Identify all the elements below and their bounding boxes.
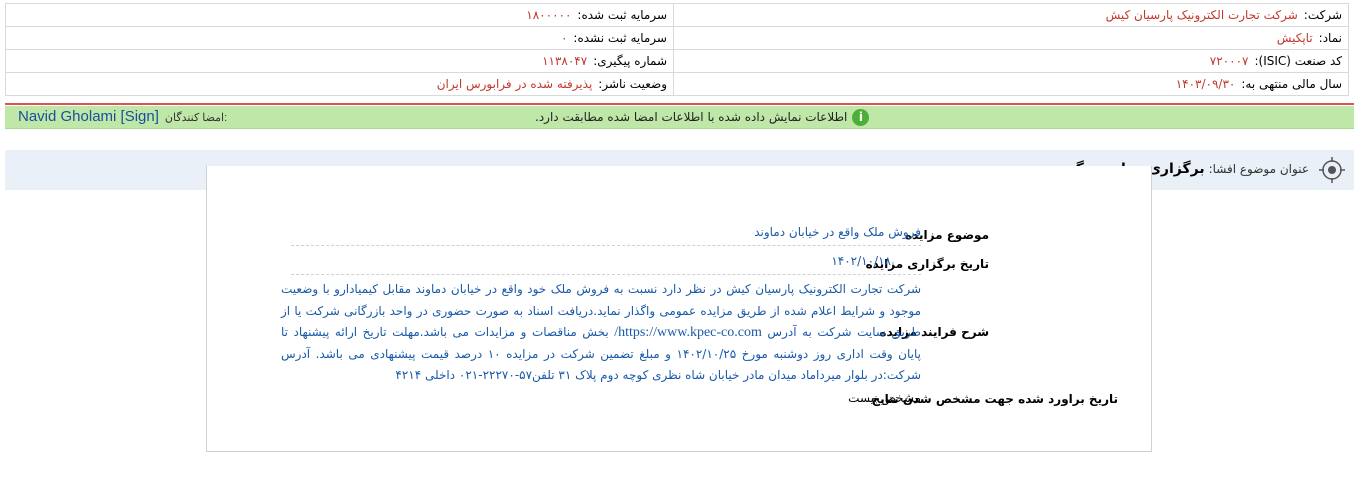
divider-line xyxy=(5,103,1354,105)
tracking-label: شماره پیگیری: xyxy=(593,54,667,68)
verification-text: اطلاعات نمایش داده شده با اطلاعات امضا ش… xyxy=(535,110,848,124)
topic-value: فروش ملک واقع در خیابان دماوند xyxy=(754,225,921,239)
verification-message: i اطلاعات نمایش داده شده با اطلاعات امضا … xyxy=(535,109,870,126)
isic-label: کد صنعت (ISIC): xyxy=(1254,54,1342,68)
publisher-status-cell: وضعیت ناشر: پذیرفته شده در فرابورس ایران xyxy=(5,72,674,96)
details-panel: موضوع مزایده فروش ملک واقع در خیابان دما… xyxy=(206,166,1152,452)
process-description: شرکت تجارت الکترونیک پارسیان کیش در نظر … xyxy=(281,279,921,387)
separator xyxy=(291,274,921,275)
registered-capital-value: ۱۸۰۰۰۰۰ xyxy=(526,8,572,22)
verification-bar: Navid Gholami [Sign] امضا کنندگان: i اطلاع… xyxy=(5,106,1354,129)
company-value: شرکت تجارت الکترونیک پارسیان کیش xyxy=(1105,8,1298,22)
symbol-value: تاپکیش xyxy=(1276,31,1313,45)
tracking-cell: شماره پیگیری: ۱۱۳۸۰۴۷ xyxy=(5,49,674,73)
company-cell: شرکت: شرکت تجارت الکترونیک پارسیان کیش xyxy=(673,3,1349,27)
target-icon xyxy=(1319,157,1345,183)
publisher-status-value: پذیرفته شده در فرابورس ایران xyxy=(436,77,593,91)
results-value: مشخص نیست xyxy=(848,391,921,405)
unregistered-capital-cell: سرمایه ثبت نشده: ۰ xyxy=(5,26,674,50)
header-row: کد صنعت (ISIC): ۷۲۰۰۰۷ شماره پیگیری: ۱۱۳۸۰… xyxy=(5,49,1349,73)
company-website-link[interactable]: https://www.kpec-co.com/ xyxy=(614,325,762,340)
fiscal-year-cell: سال مالی منتهی به: ۱۴۰۳/۰۹/۳۰ xyxy=(673,72,1349,96)
fiscal-year-label: سال مالی منتهی به: xyxy=(1241,77,1342,91)
symbol-label: نماد: xyxy=(1318,31,1342,45)
separator xyxy=(291,245,921,246)
signers: Navid Gholami [Sign] امضا کنندگان: xyxy=(18,108,227,125)
registered-capital-label: سرمایه ثبت شده: xyxy=(577,8,667,22)
header-info-table: شرکت: شرکت تجارت الکترونیک پارسیان کیش سر… xyxy=(5,3,1349,96)
header-row: نماد: تاپکیش سرمایه ثبت نشده: ۰ xyxy=(5,26,1349,50)
signers-label: امضا کنندگان: xyxy=(164,112,228,124)
header-row: سال مالی منتهی به: ۱۴۰۳/۰۹/۳۰ وضعیت ناشر:… xyxy=(5,72,1349,96)
symbol-cell: نماد: تاپکیش xyxy=(673,26,1349,50)
isic-value: ۷۲۰۰۰۷ xyxy=(1209,54,1249,68)
publisher-status-label: وضعیت ناشر: xyxy=(598,77,667,91)
unregistered-capital-label: سرمایه ثبت نشده: xyxy=(573,31,667,45)
isic-cell: کد صنعت (ISIC): ۷۲۰۰۰۷ xyxy=(673,49,1349,73)
signer-name-link[interactable]: Navid Gholami [Sign] xyxy=(18,108,159,125)
fiscal-year-value: ۱۴۰۳/۰۹/۳۰ xyxy=(1175,77,1236,91)
header-row: شرکت: شرکت تجارت الکترونیک پارسیان کیش سر… xyxy=(5,3,1349,27)
check-circle-icon: i xyxy=(852,109,870,126)
subject-label: عنوان موضوع افشا: xyxy=(1208,162,1309,176)
registered-capital-cell: سرمایه ثبت شده: ۱۸۰۰۰۰۰ xyxy=(5,3,674,27)
tracking-value: ۱۱۳۸۰۴۷ xyxy=(542,54,588,68)
date-value: ۱۴۰۲/۱۰/۱۸ xyxy=(831,254,891,268)
company-label: شرکت: xyxy=(1303,8,1342,22)
unregistered-capital-value: ۰ xyxy=(560,31,568,45)
